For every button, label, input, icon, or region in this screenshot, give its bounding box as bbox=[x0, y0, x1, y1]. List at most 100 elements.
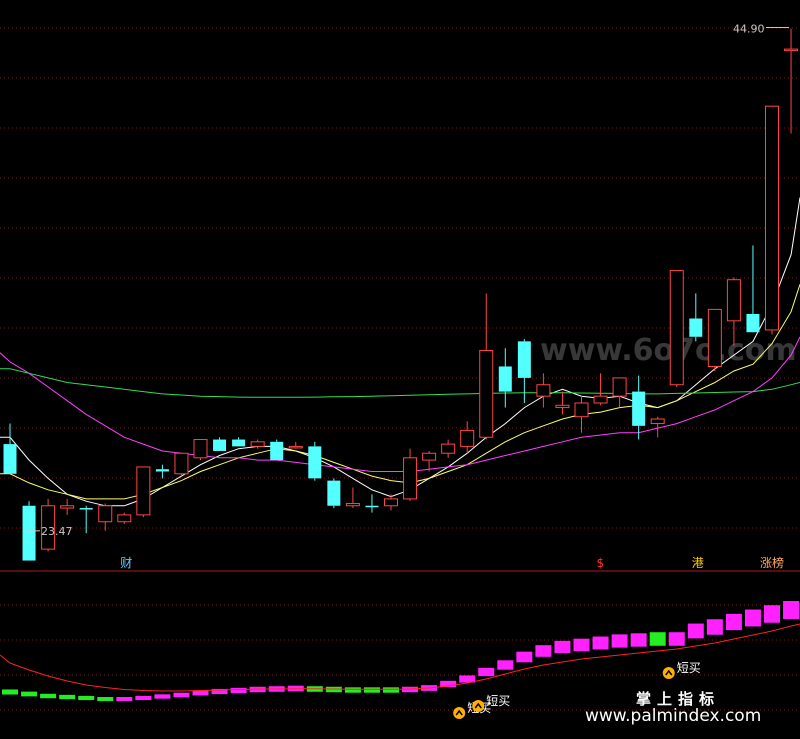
indicator-bar bbox=[554, 640, 571, 654]
indicator-bar bbox=[2, 689, 18, 695]
candle bbox=[689, 293, 703, 342]
buy-signal: 短买 bbox=[662, 661, 701, 679]
candle bbox=[441, 439, 456, 458]
candle bbox=[365, 494, 379, 513]
buy-signal: 短买 bbox=[472, 694, 510, 712]
indicator-bar bbox=[344, 687, 361, 693]
candle bbox=[213, 437, 227, 451]
candle-body bbox=[155, 469, 169, 472]
low-price-label: 23.47 bbox=[41, 525, 73, 538]
indicator-bar bbox=[116, 697, 133, 701]
candle bbox=[117, 512, 132, 525]
candle bbox=[155, 464, 169, 479]
candle-body bbox=[765, 105, 779, 331]
candle-body bbox=[117, 514, 132, 523]
indicator-bar bbox=[764, 605, 780, 623]
candle bbox=[193, 439, 208, 461]
indicator-bar bbox=[649, 632, 666, 646]
indicator-bar bbox=[40, 693, 57, 699]
candle bbox=[765, 105, 779, 335]
candle-body bbox=[345, 502, 360, 507]
candle bbox=[270, 439, 284, 461]
candle bbox=[60, 498, 75, 515]
candle-body bbox=[60, 505, 75, 509]
candle-body bbox=[98, 505, 113, 523]
indicator-bar bbox=[516, 651, 533, 663]
candle bbox=[669, 270, 684, 388]
candle bbox=[98, 503, 113, 531]
candle-body bbox=[136, 466, 151, 516]
candle-body bbox=[632, 391, 646, 426]
candle-body bbox=[746, 313, 760, 333]
indicator-bar bbox=[573, 638, 590, 652]
candle bbox=[403, 448, 418, 502]
indicator-bar bbox=[383, 687, 399, 693]
candle-body bbox=[327, 480, 341, 506]
buy-signal-label: 短买 bbox=[677, 661, 701, 675]
candle-body bbox=[308, 446, 322, 479]
indicator-bar bbox=[668, 632, 685, 646]
candle-body bbox=[79, 508, 93, 510]
candle bbox=[517, 339, 531, 404]
candle bbox=[746, 245, 760, 333]
indicator-bar bbox=[478, 667, 495, 677]
indicator-bar bbox=[192, 690, 209, 696]
candle-body bbox=[555, 404, 570, 409]
buy-signal-label: 短买 bbox=[486, 694, 510, 708]
candle-body bbox=[726, 279, 741, 322]
indicator-bar bbox=[706, 619, 723, 635]
indicator-bar bbox=[154, 694, 171, 699]
buy-arrow-icon bbox=[662, 667, 675, 679]
indicator-bar bbox=[535, 645, 552, 657]
candle bbox=[479, 293, 494, 440]
candle bbox=[612, 377, 627, 408]
candle-body bbox=[213, 439, 227, 451]
indicator-bar bbox=[611, 634, 628, 648]
candle-body bbox=[669, 270, 684, 386]
candle bbox=[632, 375, 646, 440]
candle-body bbox=[593, 395, 608, 404]
candle-body bbox=[365, 505, 379, 508]
event-marker: 港 bbox=[692, 556, 704, 570]
candle bbox=[536, 373, 551, 408]
event-markers: 财 $ 港 涨榜 bbox=[120, 555, 784, 570]
candle bbox=[327, 478, 341, 509]
watermark: www.6o7o.com bbox=[540, 333, 797, 368]
event-marker: $ bbox=[597, 556, 605, 570]
indicator-bar bbox=[135, 695, 152, 701]
candle-body bbox=[784, 48, 799, 52]
candle bbox=[384, 494, 398, 511]
candle-body bbox=[612, 377, 627, 397]
candle-body bbox=[193, 439, 208, 459]
indicator-bar bbox=[783, 601, 800, 619]
candle-body bbox=[3, 444, 17, 474]
indicator-bar bbox=[497, 660, 514, 670]
candle bbox=[79, 505, 93, 534]
brand-logo: 掌上指标 www.palmindex.com bbox=[585, 690, 761, 726]
candle-body bbox=[536, 384, 551, 397]
candle bbox=[136, 466, 151, 518]
candle bbox=[784, 28, 799, 134]
candle-body bbox=[232, 439, 246, 447]
candle-body bbox=[403, 457, 418, 500]
indicator-bar bbox=[592, 636, 609, 650]
candle-body bbox=[650, 418, 665, 425]
indicator-bar bbox=[725, 613, 742, 631]
candle bbox=[498, 348, 512, 408]
candle-body bbox=[517, 341, 531, 378]
candle bbox=[308, 441, 322, 481]
candle-body bbox=[250, 441, 265, 447]
indicator-bar bbox=[744, 609, 761, 627]
event-marker: 财 bbox=[120, 556, 132, 570]
buy-arrow-icon bbox=[472, 700, 485, 712]
buy-arrow-icon bbox=[453, 707, 466, 719]
brand-url: www.palmindex.com bbox=[585, 706, 761, 726]
candle bbox=[345, 487, 360, 509]
candle-body bbox=[498, 366, 512, 392]
chart-stage: www.6o7o.com 44.90 23.47 财$港涨榜 短买短买短买 掌上… bbox=[0, 0, 800, 739]
candle bbox=[174, 452, 189, 477]
candle-body bbox=[288, 445, 303, 449]
candle bbox=[555, 391, 570, 415]
candle-body bbox=[460, 429, 475, 447]
indicator-bar bbox=[363, 687, 380, 693]
